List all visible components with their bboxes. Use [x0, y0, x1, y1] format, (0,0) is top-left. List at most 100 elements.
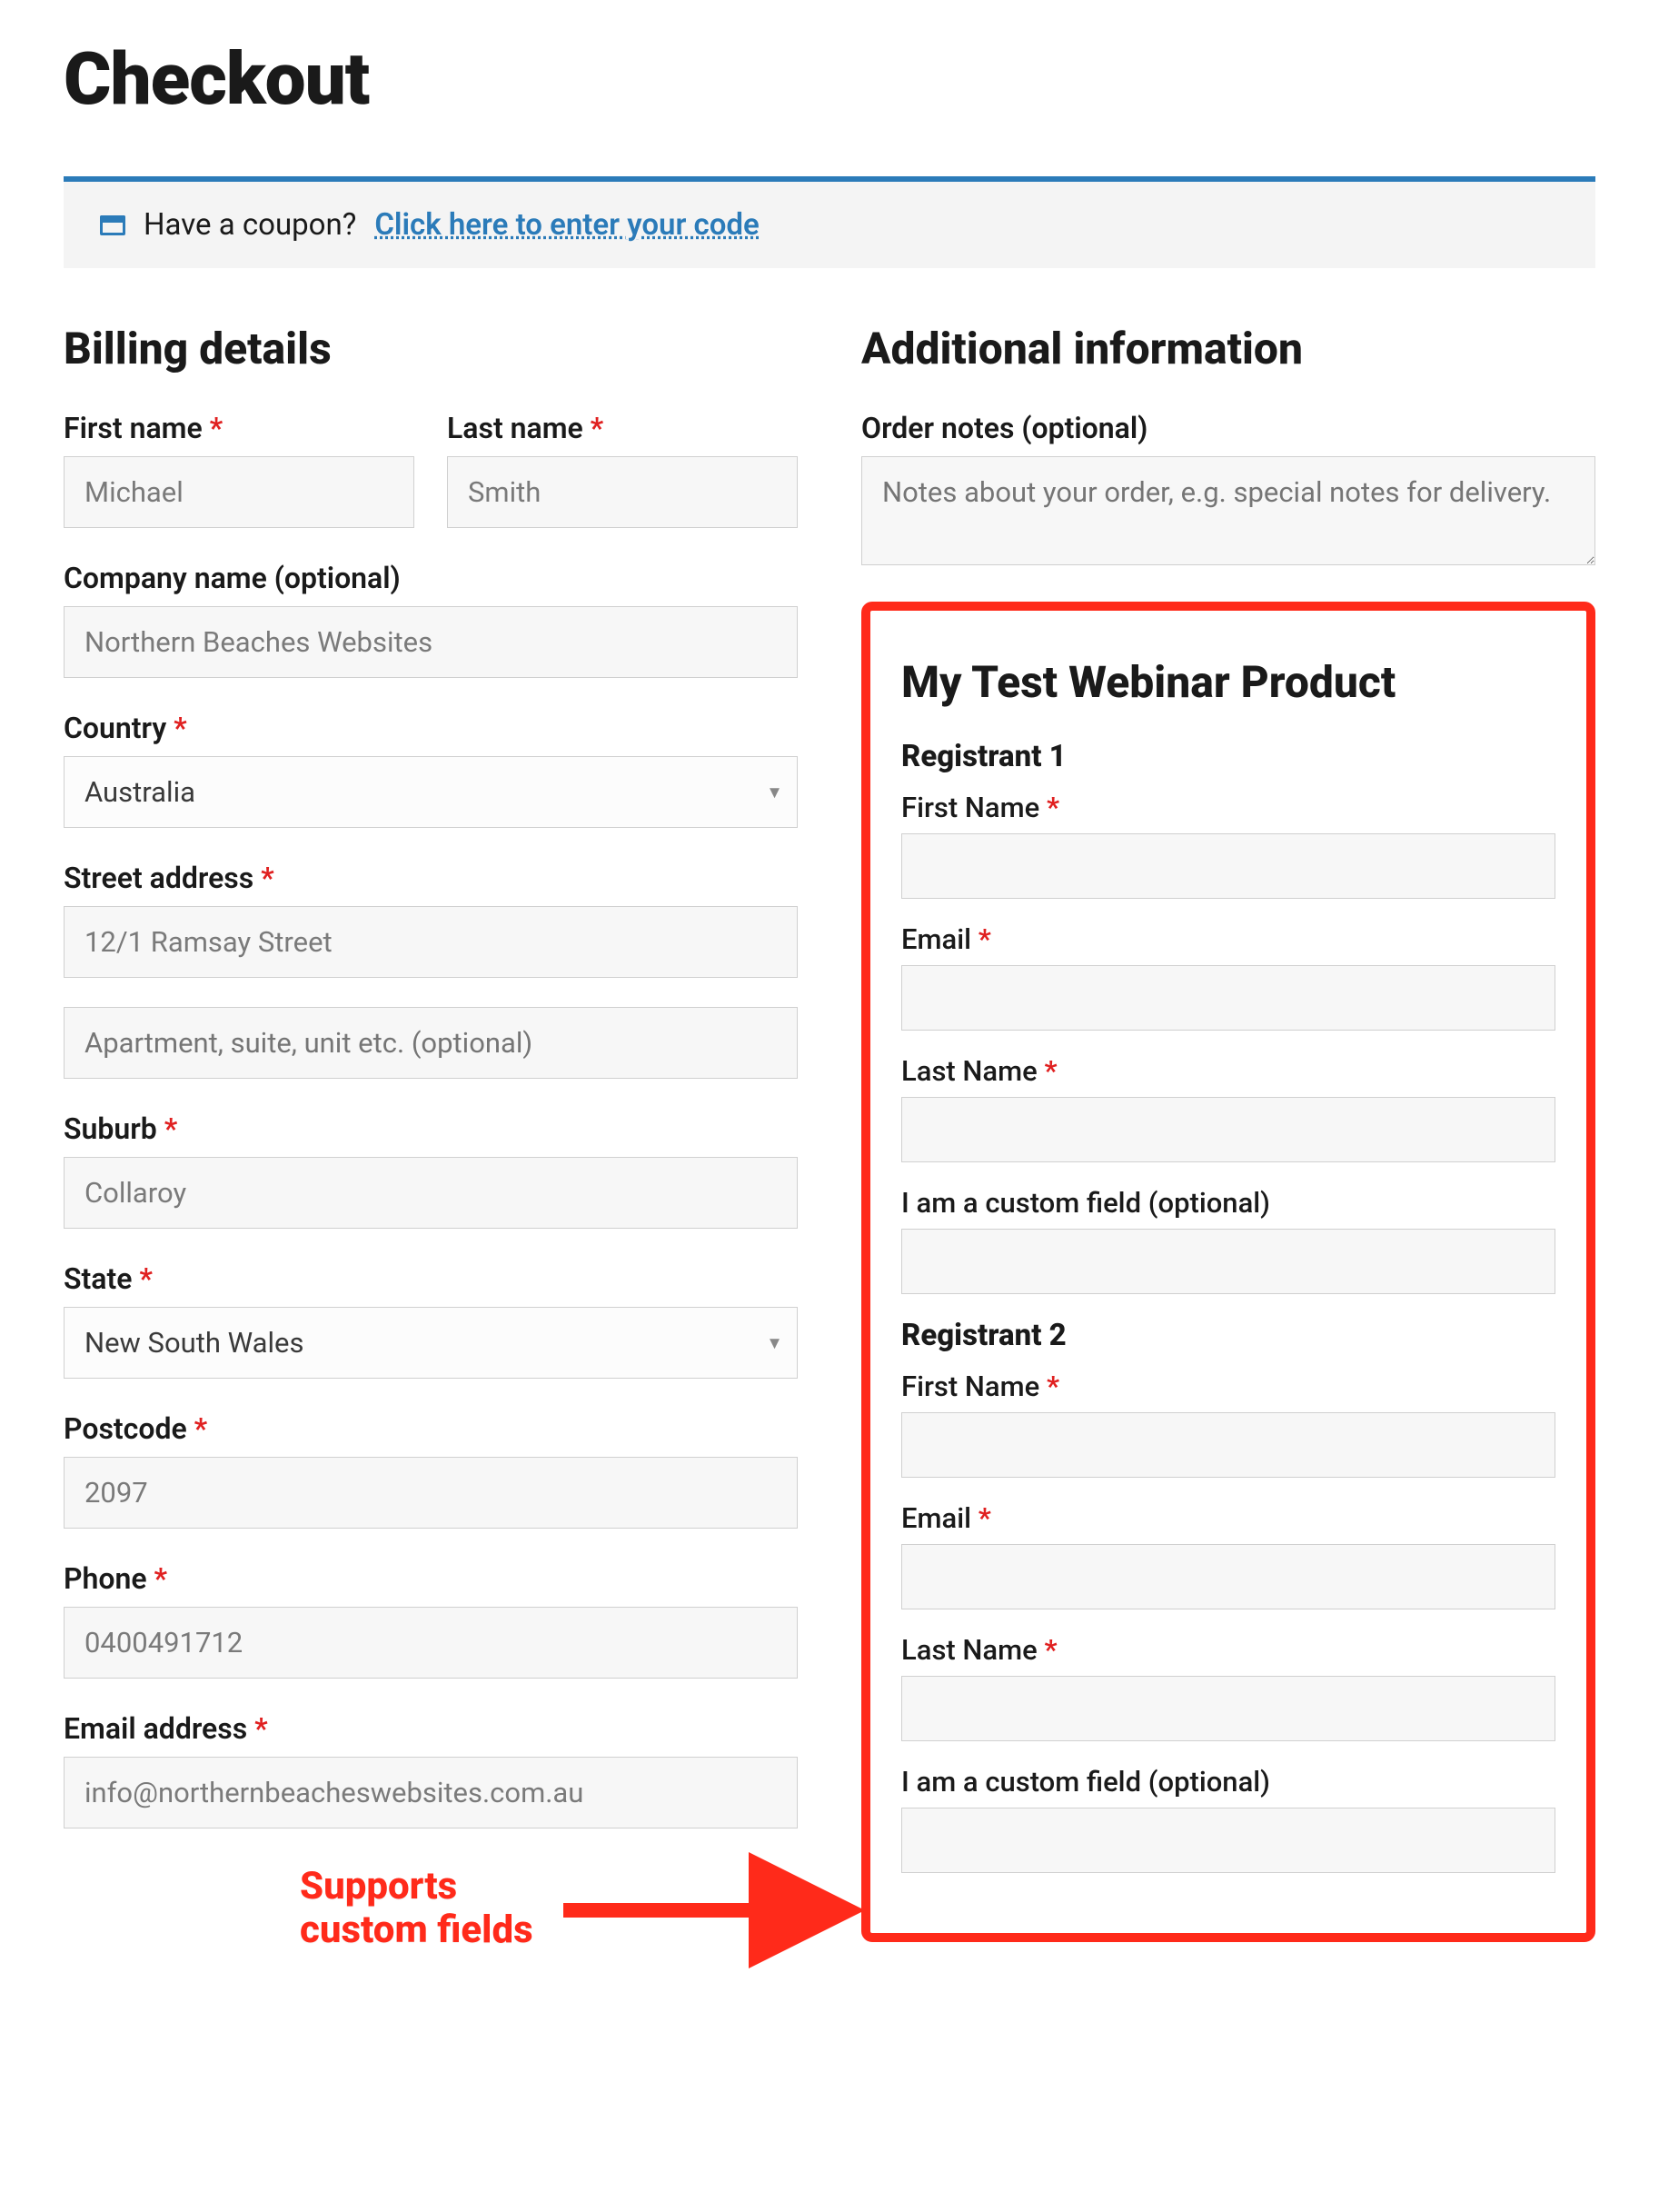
last-name-label: Last name *	[447, 411, 798, 445]
first-name-field[interactable]	[64, 456, 414, 528]
billing-column: Billing details First name * Last name *…	[64, 323, 798, 1942]
address-line1-field[interactable]	[64, 906, 798, 978]
reg2-last-name-label-text: Last Name	[901, 1633, 1038, 1667]
country-group: Country * Australia	[64, 711, 798, 828]
reg2-email-label-text: Email	[901, 1501, 971, 1535]
reg2-email-group: Email *	[901, 1501, 1555, 1609]
product-title: My Test Webinar Product	[901, 656, 1555, 708]
reg2-email-label: Email *	[901, 1501, 1555, 1535]
reg2-first-name-group: First Name *	[901, 1370, 1555, 1478]
order-notes-label: Order notes (optional)	[861, 411, 1595, 445]
company-field[interactable]	[64, 606, 798, 678]
address-group: Street address *	[64, 861, 798, 1079]
required-star: *	[154, 1561, 168, 1596]
country-label: Country *	[64, 711, 798, 745]
postcode-field[interactable]	[64, 1457, 798, 1529]
coupon-prompt: Have a coupon?	[144, 207, 356, 243]
company-group: Company name (optional)	[64, 561, 798, 678]
reg2-last-name-label: Last Name *	[901, 1633, 1555, 1667]
first-name-label: First name *	[64, 411, 414, 445]
required-star: *	[979, 922, 991, 956]
reg1-last-name-label: Last Name *	[901, 1054, 1555, 1088]
phone-label-text: Phone	[64, 1561, 147, 1596]
order-notes-field[interactable]	[861, 456, 1595, 565]
country-select[interactable]: Australia	[64, 756, 798, 828]
phone-field[interactable]	[64, 1607, 798, 1679]
postcode-group: Postcode *	[64, 1411, 798, 1529]
reg1-custom-group: I am a custom field (optional)	[901, 1186, 1555, 1294]
registrants-highlight-box: My Test Webinar Product Registrant 1 Fir…	[861, 602, 1595, 1942]
phone-label: Phone *	[64, 1561, 798, 1596]
state-select[interactable]: New South Wales	[64, 1307, 798, 1379]
postcode-label-text: Postcode	[64, 1411, 187, 1446]
state-group: State * New South Wales	[64, 1261, 798, 1379]
address-line2-field[interactable]	[64, 1007, 798, 1079]
email-field[interactable]	[64, 1757, 798, 1828]
required-star: *	[164, 1111, 178, 1146]
reg2-first-name-label-text: First Name	[901, 1370, 1039, 1403]
reg2-first-name-field[interactable]	[901, 1412, 1555, 1478]
email-group: Email address *	[64, 1711, 798, 1828]
state-label-text: State	[64, 1261, 132, 1296]
order-notes-group: Order notes (optional)	[861, 411, 1595, 569]
address-label-text: Street address	[64, 861, 253, 895]
suburb-field[interactable]	[64, 1157, 798, 1229]
required-star: *	[261, 861, 274, 895]
reg1-email-label-text: Email	[901, 922, 971, 956]
reg2-last-name-field[interactable]	[901, 1676, 1555, 1741]
coupon-banner: Have a coupon? Click here to enter your …	[64, 182, 1595, 268]
coupon-link[interactable]: Click here to enter your code	[374, 207, 759, 243]
required-star: *	[210, 411, 224, 445]
required-star: *	[1044, 1633, 1057, 1667]
last-name-group: Last name *	[447, 411, 798, 528]
reg1-email-group: Email *	[901, 922, 1555, 1031]
page-title: Checkout	[64, 36, 1595, 122]
required-star: *	[591, 411, 604, 445]
email-label-text: Email address	[64, 1711, 247, 1746]
reg2-custom-group: I am a custom field (optional)	[901, 1765, 1555, 1873]
reg1-first-name-label-text: First Name	[901, 791, 1039, 824]
required-star: *	[254, 1711, 268, 1746]
annotation-line1: Supports	[300, 1864, 457, 1908]
registrant-heading: Registrant 1	[901, 739, 1555, 774]
reg1-email-field[interactable]	[901, 965, 1555, 1031]
required-star: *	[1047, 1370, 1059, 1403]
phone-group: Phone *	[64, 1561, 798, 1679]
reg2-custom-field[interactable]	[901, 1808, 1555, 1873]
suburb-label: Suburb *	[64, 1111, 798, 1146]
additional-column: Additional information Order notes (opti…	[861, 323, 1595, 1942]
reg1-custom-field[interactable]	[901, 1229, 1555, 1294]
required-star: *	[174, 711, 187, 745]
email-label: Email address *	[64, 1711, 798, 1746]
reg1-last-name-field[interactable]	[901, 1097, 1555, 1162]
reg1-custom-label: I am a custom field (optional)	[901, 1186, 1555, 1220]
last-name-label-text: Last name	[447, 411, 583, 445]
additional-heading: Additional information	[861, 323, 1595, 374]
suburb-group: Suburb *	[64, 1111, 798, 1229]
required-star: *	[1044, 1054, 1057, 1088]
registrant-heading: Registrant 2	[901, 1318, 1555, 1353]
required-star: *	[1047, 791, 1059, 824]
reg2-custom-label: I am a custom field (optional)	[901, 1765, 1555, 1798]
first-name-group: First name *	[64, 411, 414, 528]
last-name-field[interactable]	[447, 456, 798, 528]
reg1-email-label: Email *	[901, 922, 1555, 956]
postcode-label: Postcode *	[64, 1411, 798, 1446]
reg1-first-name-label: First Name *	[901, 791, 1555, 824]
reg2-last-name-group: Last Name *	[901, 1633, 1555, 1741]
reg1-last-name-group: Last Name *	[901, 1054, 1555, 1162]
reg2-first-name-label: First Name *	[901, 1370, 1555, 1403]
arrow-icon	[563, 1874, 863, 1947]
required-star: *	[194, 1411, 208, 1446]
suburb-label-text: Suburb	[64, 1111, 157, 1146]
reg1-first-name-field[interactable]	[901, 833, 1555, 899]
annotation-text: Supports custom fields	[300, 1865, 533, 1953]
first-name-label-text: First name	[64, 411, 203, 445]
required-star: *	[979, 1501, 991, 1535]
reg1-first-name-group: First Name *	[901, 791, 1555, 899]
coupon-icon	[100, 215, 125, 235]
reg2-email-field[interactable]	[901, 1544, 1555, 1609]
reg1-last-name-label-text: Last Name	[901, 1054, 1038, 1088]
company-label: Company name (optional)	[64, 561, 798, 595]
billing-heading: Billing details	[64, 323, 798, 374]
